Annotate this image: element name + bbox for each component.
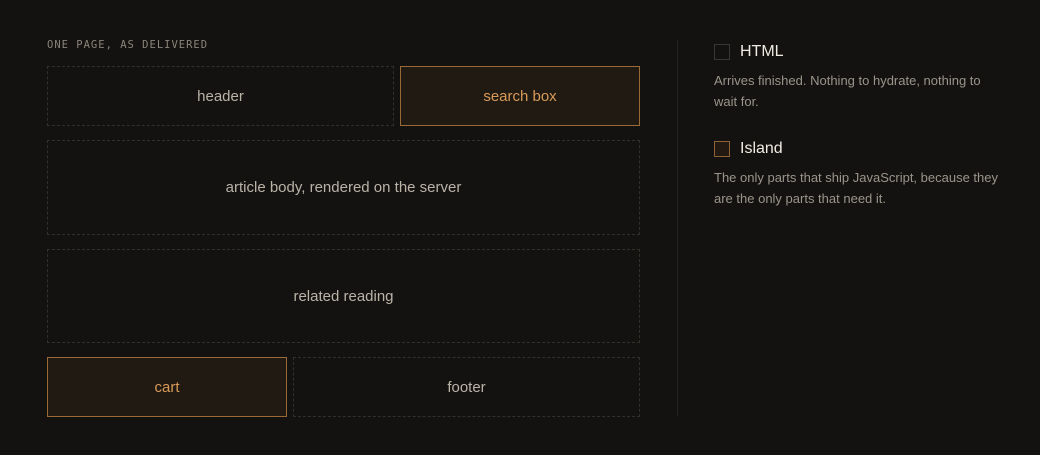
island-swatch-icon [714, 141, 730, 157]
legend-title-island: Island [740, 140, 783, 157]
html-swatch-icon [714, 44, 730, 60]
diagram-caption: ONE PAGE, AS DELIVERED [47, 39, 209, 51]
block-article-body: article body, rendered on the server [47, 140, 640, 235]
block-header: header [47, 66, 394, 126]
legend-desc-island: The only parts that ship JavaScript, bec… [714, 170, 998, 206]
block-search-box: search box [400, 66, 640, 126]
block-cart: cart [47, 357, 287, 417]
legend-desc-html: Arrives finished. Nothing to hydrate, no… [714, 73, 981, 109]
block-footer: footer [293, 357, 640, 417]
legend-item-island: Island The only parts that ship JavaScri… [714, 140, 1004, 209]
column-divider [677, 40, 678, 416]
block-related-reading: related reading [47, 249, 640, 343]
legend-title-html: HTML [740, 43, 784, 60]
legend-item-html: HTML Arrives finished. Nothing to hydrat… [714, 43, 1004, 112]
